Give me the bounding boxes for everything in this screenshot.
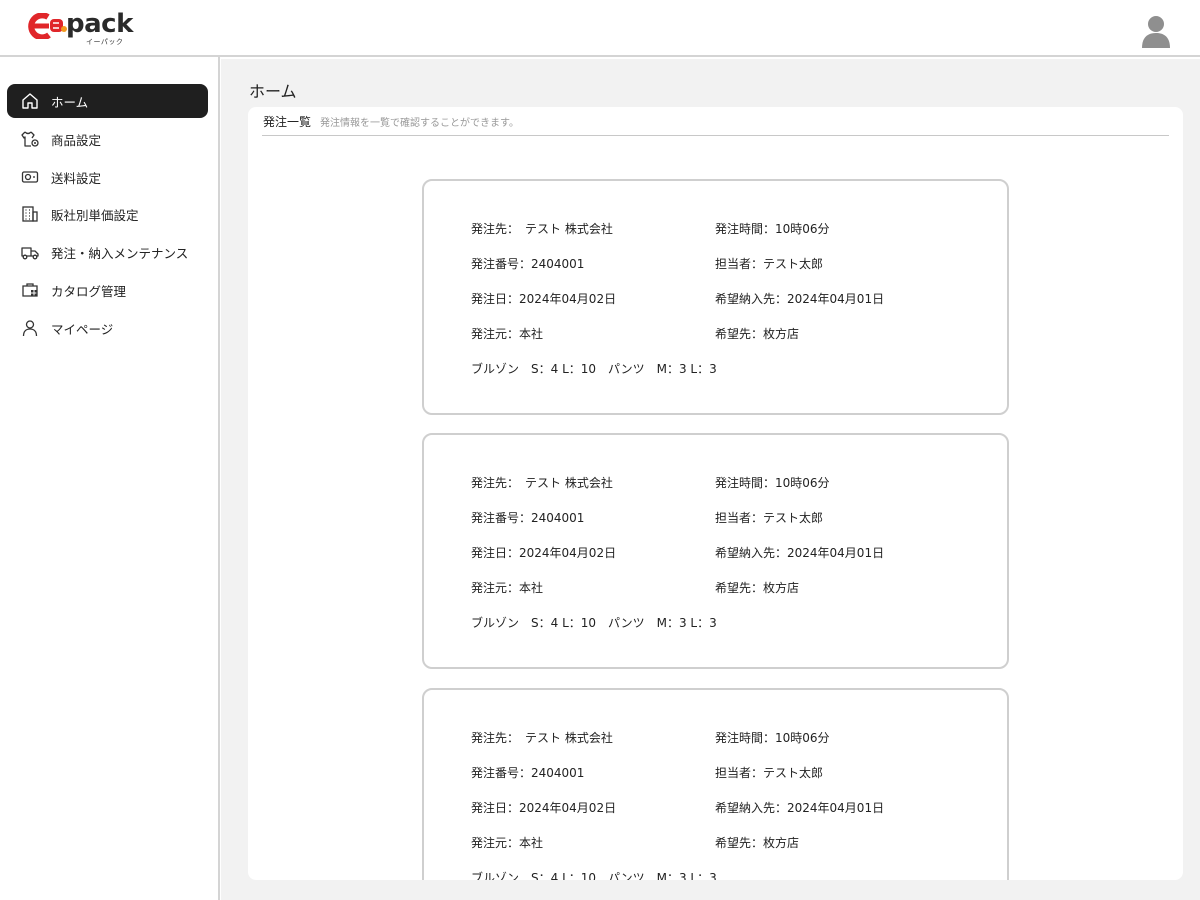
sidebar-item-order-maintenance[interactable]: 発注・納入メンテナンス: [7, 235, 208, 269]
sidebar-item-my-page[interactable]: マイページ: [7, 311, 208, 345]
order-origin: 発注元：本社: [471, 581, 544, 595]
order-items: ブルゾン S：4 L：10 パンツ M：3 L：3: [471, 362, 717, 376]
order-desired-delivery: 希望納入先：2024年04月01日: [715, 292, 885, 306]
sidebar: ホーム 商品設定 送料設定 販社別単価設定 発注・納入メンテナンス カタログ管理: [0, 57, 220, 900]
order-card[interactable]: 発注先： テスト 株式会社 発注時間：10時06分 発注番号：2404001 担…: [422, 688, 1009, 880]
divider: [262, 135, 1169, 136]
sidebar-item-shipping-settings[interactable]: 送料設定: [7, 160, 208, 194]
panel-description: 発注情報を一覧で確認することができます。: [320, 118, 520, 129]
order-supplier: 発注先： テスト 株式会社: [471, 222, 613, 236]
logo-subtitle: イーパック: [86, 38, 124, 46]
main-content: ホーム 発注一覧 発注情報を一覧で確認することができます。 発注先： テスト 株…: [221, 59, 1200, 900]
order-card[interactable]: 発注先： テスト 株式会社 発注時間：10時06分 発注番号：2404001 担…: [422, 179, 1009, 415]
shirt-settings-icon: [20, 129, 40, 149]
order-items: ブルゾン S：4 L：10 パンツ M：3 L：3: [471, 616, 717, 630]
catalog-icon: [20, 280, 40, 300]
order-items: ブルゾン S：4 L：10 パンツ M：3 L：3: [471, 871, 717, 880]
sidebar-item-catalog-management[interactable]: カタログ管理: [7, 273, 208, 307]
epack-logo[interactable]: pack イーパック: [28, 9, 138, 46]
order-destination: 希望先：枚方店: [715, 836, 800, 850]
order-destination: 希望先：枚方店: [715, 581, 800, 595]
truck-icon: [20, 242, 40, 262]
order-desired-delivery: 希望納入先：2024年04月01日: [715, 801, 885, 815]
order-desired-delivery: 希望納入先：2024年04月01日: [715, 546, 885, 560]
sidebar-item-label: マイページ: [51, 321, 114, 337]
order-supplier: 発注先： テスト 株式会社: [471, 476, 613, 490]
sidebar-item-label: 販社別単価設定: [51, 207, 139, 223]
panel-header: 発注一覧 発注情報を一覧で確認することができます。: [263, 113, 519, 130]
panel-title: 発注一覧: [263, 115, 312, 129]
order-time: 発注時間：10時06分: [715, 476, 830, 490]
order-supplier: 発注先： テスト 株式会社: [471, 731, 613, 745]
order-number: 発注番号：2404001: [471, 766, 585, 780]
user-icon: [20, 318, 40, 338]
order-number: 発注番号：2404001: [471, 511, 585, 525]
logo-text: pack: [66, 9, 133, 39]
order-destination: 希望先：枚方店: [715, 327, 800, 341]
order-person: 担当者：テスト太郎: [715, 766, 824, 780]
order-person: 担当者：テスト太郎: [715, 257, 824, 271]
sidebar-item-home[interactable]: ホーム: [7, 84, 208, 118]
sidebar-item-unit-price-settings[interactable]: 販社別単価設定: [7, 197, 208, 231]
page-title: ホーム: [249, 82, 297, 101]
order-date: 発注日：2024年04月02日: [471, 801, 617, 815]
sidebar-item-product-settings[interactable]: 商品設定: [7, 122, 208, 156]
sidebar-item-label: 商品設定: [51, 132, 102, 148]
order-card[interactable]: 発注先： テスト 株式会社 発注時間：10時06分 発注番号：2404001 担…: [422, 433, 1009, 669]
building-icon: [20, 204, 40, 224]
order-origin: 発注元：本社: [471, 836, 544, 850]
app-header: pack イーパック: [0, 0, 1200, 57]
order-date: 発注日：2024年04月02日: [471, 546, 617, 560]
logo-e-icon: [28, 13, 67, 39]
order-list-panel[interactable]: 発注一覧 発注情報を一覧で確認することができます。 発注先： テスト 株式会社 …: [248, 107, 1183, 880]
order-number: 発注番号：2404001: [471, 257, 585, 271]
user-avatar-icon[interactable]: [1141, 14, 1171, 48]
order-time: 発注時間：10時06分: [715, 222, 830, 236]
order-time: 発注時間：10時06分: [715, 731, 830, 745]
sidebar-item-label: カタログ管理: [51, 283, 127, 299]
sidebar-item-label: 送料設定: [51, 170, 102, 186]
sidebar-item-label: ホーム: [51, 94, 89, 110]
home-icon: [20, 91, 40, 111]
money-icon: [20, 167, 40, 187]
order-date: 発注日：2024年04月02日: [471, 292, 617, 306]
order-person: 担当者：テスト太郎: [715, 511, 824, 525]
order-origin: 発注元：本社: [471, 327, 544, 341]
sidebar-item-label: 発注・納入メンテナンス: [51, 245, 189, 261]
